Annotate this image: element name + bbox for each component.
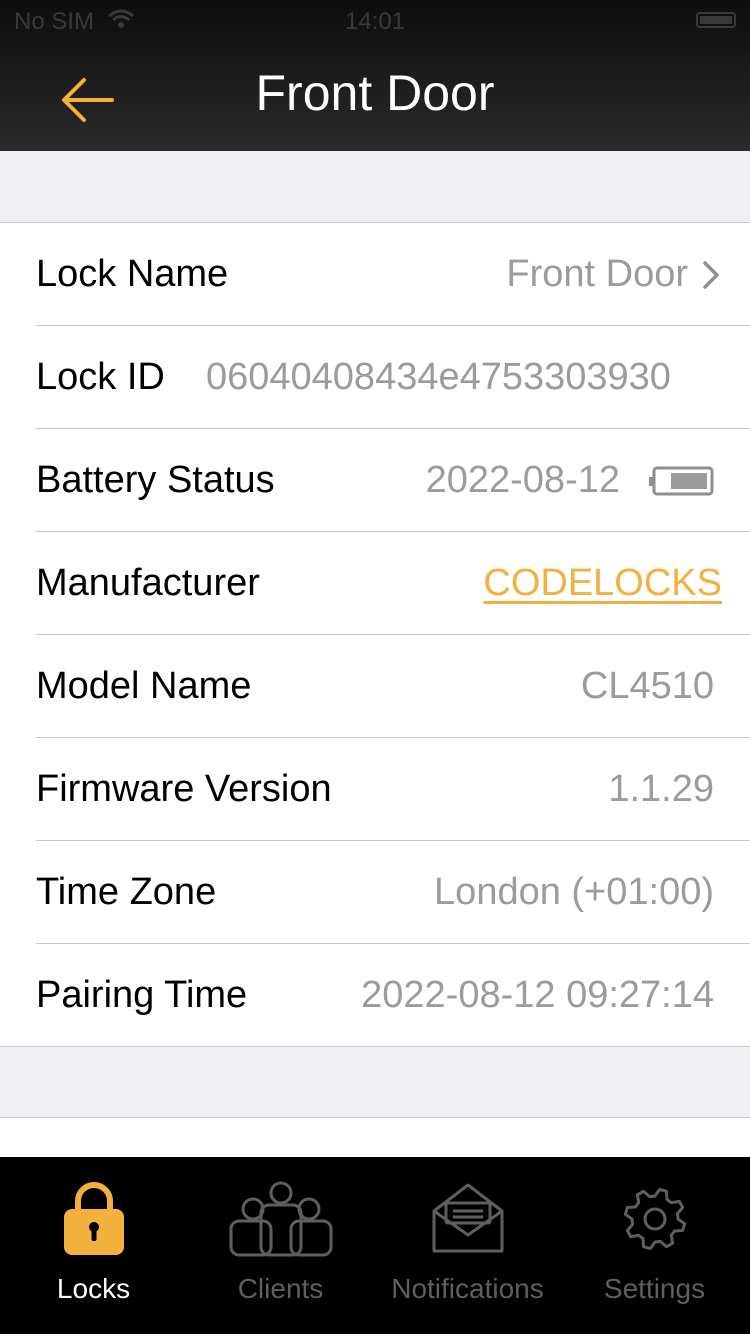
settings-icon (623, 1187, 686, 1251)
lock-name-row[interactable]: Lock Name Front Door (0, 223, 750, 326)
battery-status-value: 2022-08-12 (425, 459, 620, 501)
nav-header: No SIM 14:01 Front Door (0, 0, 750, 151)
manufacturer-link[interactable]: CODELOCKS (483, 532, 722, 635)
pairing-time-value: 2022-08-12 09:27:14 (361, 974, 714, 1016)
tab-locks[interactable]: Locks (0, 1157, 187, 1334)
tab-label: Notifications (391, 1273, 544, 1304)
lock-icon (63, 1182, 124, 1255)
tab-label: Locks (56, 1273, 131, 1304)
lock-id-row: Lock ID 06040408434e4753303930 (0, 326, 750, 429)
notifications-icon (432, 1183, 503, 1253)
status-time: 14:01 (344, 8, 406, 35)
pairing-time-row: Pairing Time 2022-08-12 09:27:14 (0, 944, 750, 1046)
lock-id-value: 06040408434e4753303930 (206, 356, 671, 398)
time-zone-value: London (+01:00) (434, 871, 714, 913)
lock-name-value: Front Door (506, 253, 688, 295)
model-name-label: Model Name (36, 665, 252, 707)
firmware-version-row: Firmware Version 1.1.29 (0, 738, 750, 841)
tab-label: Settings (603, 1273, 706, 1304)
status-battery-icon (696, 12, 736, 28)
manufacturer-label: Manufacturer (36, 562, 260, 604)
lock-name-label: Lock Name (36, 253, 229, 295)
manufacturer-row: Manufacturer CODELOCKS (0, 532, 750, 635)
tab-label: Clients (237, 1273, 324, 1304)
time-zone-row: Time Zone London (+01:00) (0, 841, 750, 944)
tab-clients[interactable]: Clients (187, 1157, 374, 1334)
battery-icon (649, 466, 714, 496)
firmware-version-value: 1.1.29 (608, 768, 714, 810)
model-name-row: Model Name CL4510 (0, 635, 750, 738)
model-name-value: CL4510 (580, 665, 714, 707)
battery-status-row: Battery Status 2022-08-12 (0, 429, 750, 532)
lock-id-label: Lock ID (36, 356, 165, 398)
time-zone-label: Time Zone (36, 871, 217, 913)
tab-notifications[interactable]: Notifications (374, 1157, 561, 1334)
firmware-version-label: Firmware Version (36, 768, 332, 810)
battery-status-label: Battery Status (36, 459, 275, 501)
chevron-right-icon (703, 261, 719, 289)
status-bar: No SIM 14:01 (0, 0, 750, 40)
clients-icon (229, 1181, 332, 1257)
pairing-time-label: Pairing Time (36, 974, 248, 1016)
lock-details-list: Lock Name Front Door Lock ID 06040408434… (0, 222, 750, 1047)
page-title: Front Door (255, 65, 495, 121)
tab-bar: Locks Clients Notifications Settings (0, 1157, 750, 1334)
tab-settings[interactable]: Settings (561, 1157, 748, 1334)
